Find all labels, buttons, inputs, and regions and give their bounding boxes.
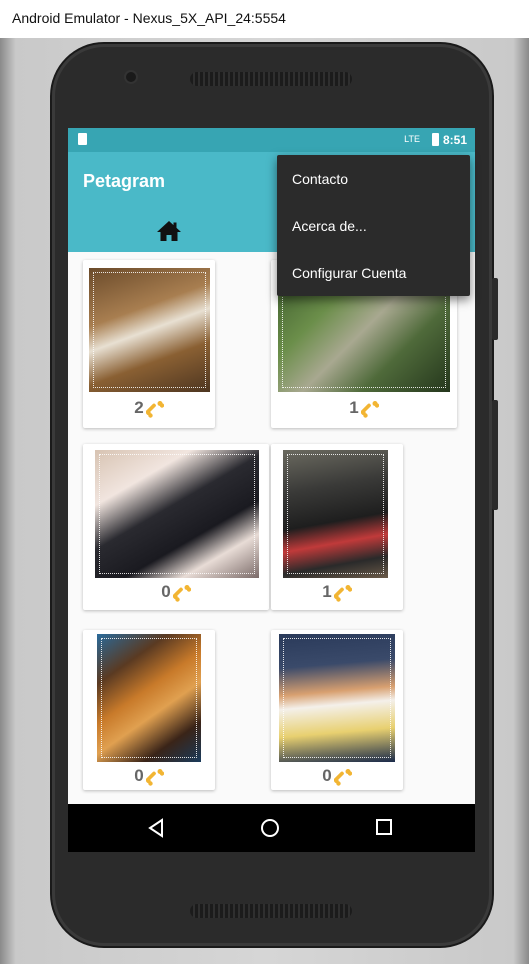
- pet-photo[interactable]: [89, 268, 210, 392]
- like-count: 1: [271, 582, 403, 602]
- like-count: 0: [83, 582, 269, 602]
- pets-grid[interactable]: 2 1 0 1 0 0: [68, 252, 475, 804]
- pet-card[interactable]: 0: [271, 630, 403, 790]
- like-count: 1: [271, 398, 457, 418]
- menu-item-configurar-cuenta[interactable]: Configurar Cuenta: [277, 250, 470, 297]
- pet-card[interactable]: 2: [83, 260, 215, 428]
- photo-border: [101, 638, 197, 758]
- pet-card[interactable]: 0: [83, 630, 215, 790]
- power-button[interactable]: [492, 278, 498, 340]
- emulator-window-titlebar: Android Emulator - Nexus_5X_API_24:5554: [0, 0, 529, 39]
- photo-border: [93, 272, 206, 388]
- top-speaker: [190, 72, 352, 86]
- tab-home-icon[interactable]: [156, 220, 182, 242]
- app-title: Petagram: [83, 171, 166, 191]
- system-nav-bar: [68, 804, 475, 852]
- status-bar: LTE 8:51: [68, 128, 475, 152]
- overflow-menu: Contacto Acerca de... Configurar Cuenta: [277, 155, 470, 296]
- signal-lte-label: LTE: [404, 134, 420, 144]
- battery-icon: [432, 133, 439, 146]
- bottom-speaker: [190, 904, 352, 918]
- status-time: 8:51: [442, 133, 467, 147]
- like-count: 0: [271, 766, 403, 786]
- menu-item-contacto[interactable]: Contacto: [277, 156, 470, 203]
- photo-border: [99, 454, 255, 574]
- pet-photo[interactable]: [95, 450, 259, 578]
- back-icon[interactable]: [147, 818, 165, 838]
- like-count: 2: [83, 398, 215, 418]
- pet-photo[interactable]: [279, 634, 395, 762]
- front-camera: [126, 72, 136, 82]
- home-circle-icon[interactable]: [260, 818, 280, 838]
- bone-icon: [172, 584, 191, 602]
- bone-icon: [333, 584, 352, 602]
- window-title: Android Emulator - Nexus_5X_API_24:5554: [12, 10, 286, 26]
- bone-icon: [145, 768, 164, 786]
- photo-border: [283, 638, 391, 758]
- pet-photo[interactable]: [97, 634, 201, 762]
- photo-border: [287, 454, 384, 574]
- pet-card[interactable]: 1: [271, 444, 403, 610]
- pet-photo[interactable]: [283, 450, 388, 578]
- bone-icon: [360, 400, 379, 418]
- recents-icon[interactable]: [375, 818, 393, 836]
- menu-item-acerca-de[interactable]: Acerca de...: [277, 203, 470, 250]
- volume-button[interactable]: [492, 400, 498, 510]
- pet-card[interactable]: 0: [83, 444, 269, 610]
- like-count: 0: [83, 766, 215, 786]
- sd-card-icon: [78, 133, 87, 145]
- bone-icon: [333, 768, 352, 786]
- bone-icon: [145, 400, 164, 418]
